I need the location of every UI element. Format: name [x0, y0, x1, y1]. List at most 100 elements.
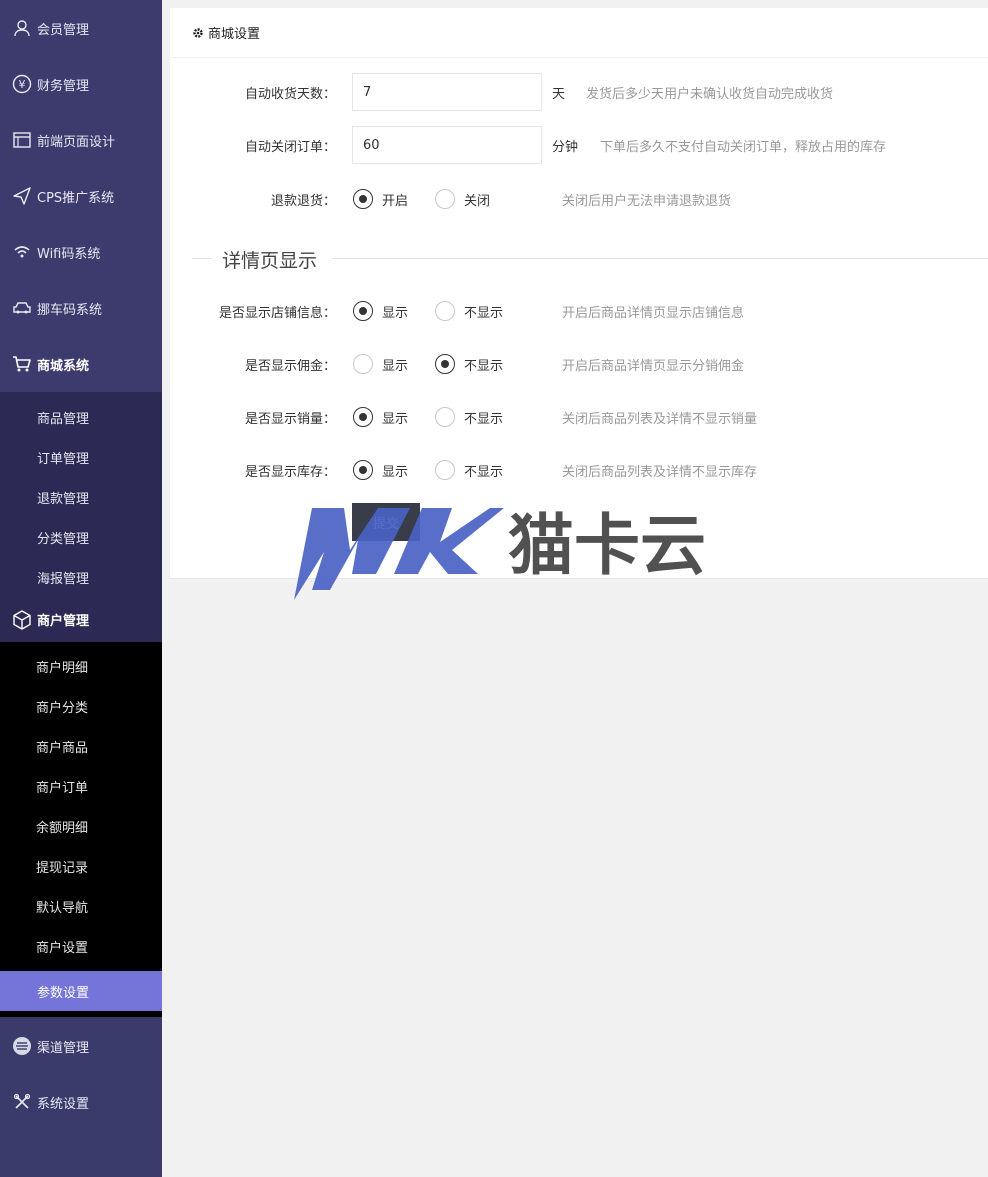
sidebar-item-shop[interactable]: 商城系统 — [0, 336, 162, 392]
submenu-item[interactable]: 余额明细 — [0, 806, 162, 846]
user-icon — [12, 18, 32, 38]
sidebar-item-merchant[interactable]: 商户管理 — [0, 597, 162, 642]
auto-close-row: 自动关闭订单： 60 分钟 下单后多久不支付自动关闭订单，释放占用的库存 — [170, 126, 988, 164]
radio-checked-icon — [353, 189, 373, 209]
radio-label: 显示 — [382, 358, 409, 374]
submenu-item-selected[interactable]: 参数设置 — [0, 971, 162, 1011]
section-title: 详情页显示 — [222, 250, 318, 272]
refund-row: 退款退货： 开启 关闭 关闭后用户无法申请退款退货 — [170, 188, 988, 210]
car-icon — [12, 298, 32, 318]
show-commission-label: 是否显示佣金： — [244, 358, 336, 374]
auto-close-label: 自动关闭订单： — [244, 139, 336, 155]
watermark-logo: 猫卡云 — [290, 502, 720, 606]
show-commission-hint: 开启后商品详情页显示分销佣金 — [562, 358, 745, 374]
show-stock-label: 是否显示库存： — [244, 464, 336, 480]
auto-close-input[interactable]: 60 — [352, 126, 542, 164]
sidebar-bottom-nav: 渠道管理 系统设置 — [0, 1017, 162, 1129]
radio-unchecked-icon — [435, 460, 455, 480]
sidebar-top-nav: 会员管理 ¥ 财务管理 前端页面设计 CPS推广系统 Wifi码系统 挪车码系统… — [0, 0, 162, 392]
show-store-yes-radio[interactable]: 显示 — [353, 301, 408, 321]
radio-label: 显示 — [382, 411, 409, 427]
auto-close-unit: 分钟 — [552, 139, 579, 155]
shop-submenu: 商品管理 订单管理 退款管理 分类管理 海报管理 — [0, 392, 162, 597]
show-sales-no-radio[interactable]: 不显示 — [435, 407, 503, 427]
merchant-submenu: 商户明细 商户分类 商户商品 商户订单 余额明细 提现记录 默认导航 商户设置 … — [0, 642, 162, 1017]
radio-unchecked-icon — [435, 189, 455, 209]
sidebar-item-label: 渠道管理 — [37, 1040, 90, 1056]
auto-receive-label: 自动收货天数： — [244, 86, 336, 102]
radio-label: 关闭 — [464, 193, 491, 209]
layout-icon — [12, 130, 32, 150]
auto-close-hint: 下单后多久不支付自动关闭订单，释放占用的库存 — [600, 139, 887, 155]
yen-icon: ¥ — [12, 74, 32, 94]
submenu-item[interactable]: 商户订单 — [0, 766, 162, 806]
radio-checked-icon — [353, 301, 373, 321]
submenu-item[interactable]: 商户明细 — [0, 646, 162, 686]
tools-icon — [12, 1092, 32, 1112]
radio-label: 显示 — [382, 464, 409, 480]
sidebar-item-system[interactable]: 系统设置 — [0, 1075, 162, 1129]
auto-receive-hint: 发货后多少天用户未确认收货自动完成收货 — [586, 86, 834, 102]
sidebar-item-label: 商城系统 — [37, 358, 90, 374]
sidebar-item-label: CPS推广系统 — [37, 190, 115, 206]
sidebar-item-wifi[interactable]: Wifi码系统 — [0, 224, 162, 280]
submenu-item[interactable]: 默认导航 — [0, 886, 162, 926]
sidebar-item-finance[interactable]: ¥ 财务管理 — [0, 56, 162, 112]
cart-icon — [12, 354, 32, 374]
show-stock-yes-radio[interactable]: 显示 — [353, 460, 408, 480]
radio-label: 不显示 — [464, 358, 504, 374]
sidebar-item-label: 前端页面设计 — [37, 134, 116, 150]
show-sales-yes-radio[interactable]: 显示 — [353, 407, 408, 427]
radio-unchecked-icon — [435, 407, 455, 427]
submenu-item[interactable]: 商户分类 — [0, 686, 162, 726]
submenu-item[interactable]: 分类管理 — [0, 517, 162, 557]
menu-circle-icon — [12, 1036, 32, 1056]
sidebar-item-label: 会员管理 — [37, 22, 90, 38]
submenu-item[interactable]: 商品管理 — [0, 397, 162, 437]
submenu-item[interactable]: 提现记录 — [0, 846, 162, 886]
radio-checked-icon — [353, 460, 373, 480]
show-stock-row: 是否显示库存： 显示 不显示 关闭后商品列表及详情不显示库存 — [170, 459, 988, 481]
refund-hint: 关闭后用户无法申请退款退货 — [562, 193, 732, 209]
wifi-icon — [12, 242, 32, 262]
sidebar-item-members[interactable]: 会员管理 — [0, 0, 162, 56]
radio-checked-icon — [353, 407, 373, 427]
show-stock-hint: 关闭后商品列表及详情不显示库存 — [562, 464, 758, 480]
show-commission-yes-radio[interactable]: 显示 — [353, 354, 408, 374]
submenu-item[interactable]: 商户设置 — [0, 926, 162, 966]
sidebar-item-label: 挪车码系统 — [37, 302, 103, 318]
send-icon — [12, 186, 32, 206]
radio-label: 不显示 — [464, 305, 504, 321]
show-stock-no-radio[interactable]: 不显示 — [435, 460, 503, 480]
refund-close-radio[interactable]: 关闭 — [435, 189, 490, 209]
sidebar-item-channel[interactable]: 渠道管理 — [0, 1017, 162, 1075]
sidebar-item-label: Wifi码系统 — [37, 246, 101, 262]
radio-label: 不显示 — [464, 411, 504, 427]
show-store-hint: 开启后商品详情页显示店铺信息 — [562, 305, 745, 321]
submenu-item[interactable]: 退款管理 — [0, 477, 162, 517]
box-icon — [12, 609, 32, 630]
panel-title: 商城设置 — [208, 27, 261, 42]
auto-receive-row: 自动收货天数： 7 天 发货后多少天用户未确认收货自动完成收货 — [170, 73, 988, 111]
refund-open-radio[interactable]: 开启 — [353, 189, 408, 209]
auto-receive-input[interactable]: 7 — [352, 73, 542, 111]
show-commission-no-radio[interactable]: 不显示 — [435, 354, 503, 374]
submenu-item[interactable]: 订单管理 — [0, 437, 162, 477]
submenu-item[interactable]: 商户商品 — [0, 726, 162, 766]
sidebar-item-label: 财务管理 — [37, 78, 90, 94]
show-store-no-radio[interactable]: 不显示 — [435, 301, 503, 321]
sidebar-item-move-car[interactable]: 挪车码系统 — [0, 280, 162, 336]
radio-label: 显示 — [382, 305, 409, 321]
radio-label: 不显示 — [464, 464, 504, 480]
watermark-text: 猫卡云 — [508, 507, 706, 584]
sidebar-item-cps[interactable]: CPS推广系统 — [0, 168, 162, 224]
sidebar-item-frontend-design[interactable]: 前端页面设计 — [0, 112, 162, 168]
show-store-label: 是否显示店铺信息： — [218, 305, 336, 321]
show-sales-row: 是否显示销量： 显示 不显示 关闭后商品列表及详情不显示销量 — [170, 406, 988, 428]
radio-label: 开启 — [382, 193, 409, 209]
radio-unchecked-icon — [353, 354, 373, 374]
show-sales-hint: 关闭后商品列表及详情不显示销量 — [562, 411, 758, 427]
sidebar-item-label: 系统设置 — [37, 1096, 90, 1112]
panel-header: 商城设置 — [170, 8, 988, 58]
submenu-item[interactable]: 海报管理 — [0, 557, 162, 597]
